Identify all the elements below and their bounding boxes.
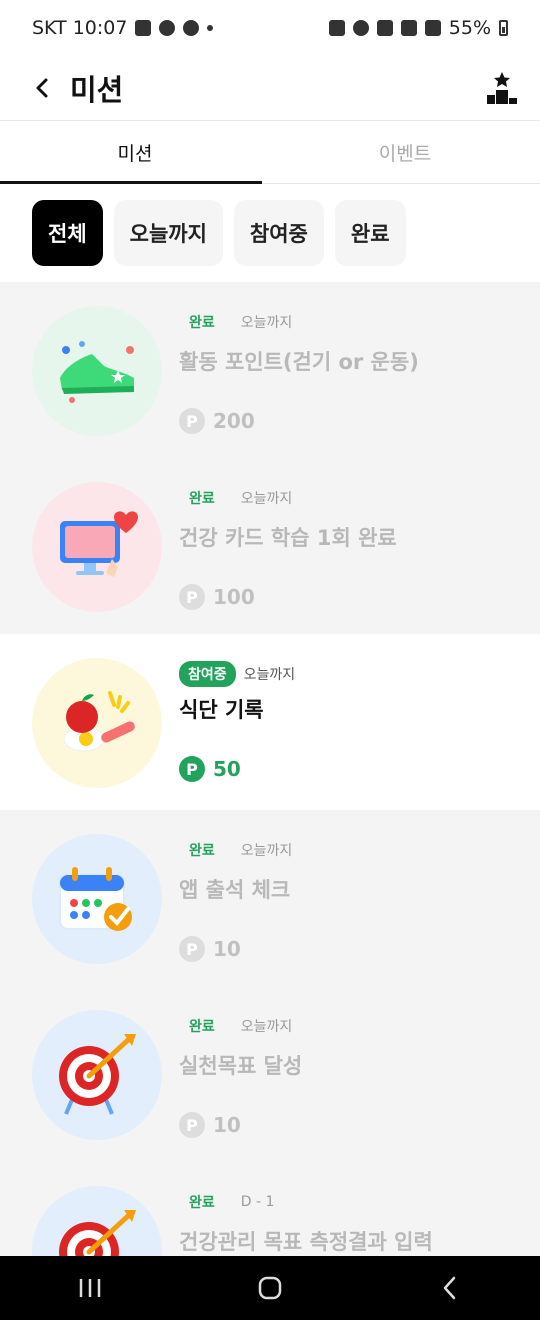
mission-item[interactable]: 완료 오늘까지 앱 출석 체크 P 10	[0, 810, 540, 986]
mission-status: 완료	[189, 843, 215, 859]
carrier-time: SKT 10:07	[32, 17, 128, 39]
mission-status: 완료	[189, 1195, 215, 1211]
point-value: 10	[213, 1113, 241, 1137]
filter-completed[interactable]: 완료	[334, 200, 406, 266]
mission-deadline: 오늘까지	[240, 1019, 293, 1035]
tab-bar: 미션 이벤트	[0, 120, 540, 184]
point-icon: P	[179, 936, 205, 962]
mission-title: 건강 카드 학습 1회 완료	[179, 526, 397, 550]
page-title: 미션	[70, 73, 124, 107]
system-nav-bar	[0, 1256, 540, 1320]
battery-icon	[499, 20, 508, 36]
cloud-icon	[183, 20, 200, 36]
filter-today[interactable]: 오늘까지	[113, 200, 223, 266]
mission-thumbnail	[32, 306, 162, 436]
podium-icon	[487, 72, 517, 104]
mission-thumbnail	[32, 834, 162, 964]
point-icon: P	[179, 408, 205, 434]
back-button[interactable]	[24, 70, 60, 106]
mission-title: 식단 기록	[179, 698, 264, 722]
mission-deadline: 오늘까지	[240, 843, 293, 859]
mission-list: 완료 오늘까지 활동 포인트(걷기 or 운동) P 200 완료 오늘까지 건…	[0, 282, 540, 1320]
mission-title: 실천목표 달성	[179, 1054, 303, 1078]
point-icon: P	[179, 756, 205, 782]
mission-points: P 200	[179, 408, 540, 434]
mission-points: P 10	[179, 936, 540, 962]
tab-mission[interactable]: 미션	[0, 121, 270, 183]
monitor-heart-icon	[60, 511, 138, 577]
mission-title: 활동 포인트(걷기 or 운동)	[179, 350, 419, 374]
mission-status: 참여중	[179, 661, 236, 687]
app-header: 미션	[0, 56, 540, 120]
back-nav-button[interactable]	[420, 1268, 480, 1308]
point-value: 100	[213, 585, 255, 609]
mission-deadline: D - 1	[240, 1194, 275, 1210]
mission-item[interactable]: 완료 오늘까지 활동 포인트(걷기 or 운동) P 200	[0, 282, 540, 458]
mission-status: 완료	[189, 1019, 215, 1035]
mission-deadline: 오늘까지	[243, 667, 296, 683]
mission-item[interactable]: 완료 오늘까지 실천목표 달성 P 10	[0, 986, 540, 1162]
mission-points: P 10	[179, 1112, 540, 1138]
mute-icon	[400, 20, 417, 36]
mission-thumbnail	[32, 658, 162, 788]
recent-apps-button[interactable]	[60, 1268, 120, 1308]
mission-points: P 50	[179, 756, 540, 782]
mission-points: P 100	[179, 584, 540, 610]
chevron-left-icon	[36, 78, 48, 98]
recent-apps-icon	[79, 1279, 101, 1297]
mission-status: 완료	[189, 491, 215, 507]
mission-title: 건강관리 목표 측정결과 입력	[179, 1230, 433, 1254]
active-tab-indicator	[0, 181, 262, 184]
gallery-icon	[135, 20, 152, 36]
point-value: 10	[213, 937, 241, 961]
talk-icon	[159, 20, 176, 36]
target-icon	[59, 1034, 136, 1115]
mission-thumbnail	[32, 1010, 162, 1140]
calendar-check-icon	[59, 867, 132, 931]
apple-meal-icon	[63, 691, 135, 752]
tab-event[interactable]: 이벤트	[270, 121, 540, 183]
battery-percent: 55%	[448, 17, 491, 39]
point-value: 200	[213, 409, 255, 433]
mission-item[interactable]: 참여중 오늘까지 식단 기록 P 50	[0, 634, 540, 810]
point-value: 50	[213, 757, 241, 781]
filter-chips: 전체 오늘까지 참여중 완료	[0, 184, 540, 282]
point-icon: P	[179, 584, 205, 610]
mission-thumbnail	[32, 482, 162, 612]
back-icon	[443, 1276, 456, 1300]
home-button[interactable]	[240, 1268, 300, 1308]
filter-all[interactable]: 전체	[32, 200, 103, 266]
5g-signal-icon	[424, 20, 441, 36]
home-icon	[258, 1276, 282, 1300]
mission-item[interactable]: 완료 오늘까지 건강 카드 학습 1회 완료 P 100	[0, 458, 540, 634]
filter-in-progress[interactable]: 참여중	[233, 200, 324, 266]
mission-title: 앱 출석 체크	[179, 878, 291, 902]
sneaker-icon	[60, 341, 134, 403]
mission-status: 완료	[189, 315, 215, 331]
bluetooth-icon	[376, 20, 393, 36]
nfc-icon	[328, 20, 345, 36]
status-bar: SKT 10:07 55%	[0, 0, 540, 56]
mission-deadline: 오늘까지	[240, 491, 293, 507]
point-icon: P	[179, 1112, 205, 1138]
alarm-icon	[352, 20, 369, 36]
more-notifications-icon	[207, 25, 214, 31]
ranking-button[interactable]	[484, 70, 520, 106]
mission-deadline: 오늘까지	[240, 315, 293, 331]
